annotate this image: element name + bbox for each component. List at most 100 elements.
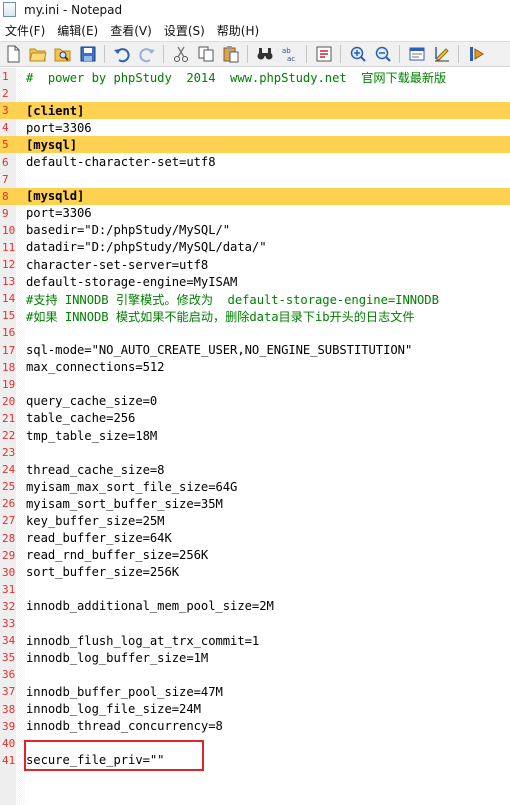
line-number: 7 xyxy=(2,172,9,186)
toolbar-separator xyxy=(306,45,307,63)
code-line[interactable]: 30 sort_buffer_size=256K xyxy=(0,564,510,581)
menu-bar: 文件(F) 编辑(E) 查看(V) 设置(S) 帮助(H) xyxy=(0,20,510,40)
code-line[interactable]: 33 xyxy=(0,615,510,632)
paste-icon[interactable] xyxy=(220,44,241,65)
code-line[interactable]: 41 secure_file_priv="" xyxy=(0,752,510,769)
line-number: 6 xyxy=(2,155,9,169)
code-line[interactable]: 13 default-storage-engine=MyISAM xyxy=(0,273,510,290)
code-line[interactable]: 16 xyxy=(0,324,510,341)
code-line[interactable]: 4 port=3306 xyxy=(0,119,510,136)
options-icon[interactable] xyxy=(406,44,427,65)
line-text: default-character-set=utf8 xyxy=(26,155,216,170)
code-line[interactable]: 19 xyxy=(0,376,510,393)
line-number: 2 xyxy=(2,87,9,101)
code-line[interactable]: 23 xyxy=(0,444,510,461)
line-text: innodb_thread_concurrency=8 xyxy=(26,719,223,734)
code-line[interactable]: 17 sql-mode="NO_AUTO_CREATE_USER,NO_ENGIN… xyxy=(0,342,510,359)
line-number: 23 xyxy=(2,446,16,460)
code-line[interactable]: 5 [mysql] xyxy=(0,136,510,154)
code-line[interactable]: 6 default-character-set=utf8 xyxy=(0,153,510,170)
line-number: 15 xyxy=(2,309,16,323)
line-number: 28 xyxy=(2,531,16,545)
menu-help[interactable]: 帮助(H) xyxy=(212,22,266,39)
replace-icon[interactable]: ab ac xyxy=(279,44,300,65)
code-line[interactable]: 20 query_cache_size=0 xyxy=(0,393,510,410)
zoom-out-icon[interactable] xyxy=(372,44,393,65)
code-line[interactable]: 26 myisam_sort_buffer_size=35M xyxy=(0,495,510,512)
line-number: 10 xyxy=(2,223,16,237)
code-line[interactable]: 32 innodb_additional_mem_pool_size=2M xyxy=(0,598,510,615)
code-line[interactable]: 14 #支持 INNODB 引擎模式。修改为 default-storage-en… xyxy=(0,290,510,307)
line-number: 12 xyxy=(2,258,16,272)
code-line[interactable]: 10 basedir="D:/phpStudy/MySQL/" xyxy=(0,222,510,239)
line-text: sort_buffer_size=256K xyxy=(26,565,180,580)
code-line[interactable]: 8 [mysqld] xyxy=(0,187,510,205)
line-number: 11 xyxy=(2,240,16,254)
code-line[interactable]: 15 #如果 INNODB 模式如果不能启动，删除data目录下ib开头的日志文件 xyxy=(0,307,510,324)
line-number: 25 xyxy=(2,480,16,494)
redo-icon[interactable] xyxy=(136,44,157,65)
cut-icon[interactable] xyxy=(170,44,191,65)
code-line[interactable]: 34 innodb_flush_log_at_trx_commit=1 xyxy=(0,632,510,649)
menu-view[interactable]: 查看(V) xyxy=(105,22,159,39)
goto-icon[interactable] xyxy=(313,44,334,65)
code-line[interactable]: 12 character-set-server=utf8 xyxy=(0,256,510,273)
line-text: default-storage-engine=MyISAM xyxy=(26,274,238,289)
new-file-icon[interactable] xyxy=(2,44,23,65)
code-line[interactable]: 27 key_buffer_size=25M xyxy=(0,512,510,529)
code-line[interactable]: 39 innodb_thread_concurrency=8 xyxy=(0,718,510,735)
line-text: key_buffer_size=25M xyxy=(26,513,165,528)
code-line[interactable]: 21 table_cache=256 xyxy=(0,410,510,427)
find-icon[interactable] xyxy=(254,44,275,65)
edit-icon[interactable] xyxy=(431,44,452,65)
line-number: 40 xyxy=(2,736,16,750)
line-number: 24 xyxy=(2,463,16,477)
code-line[interactable]: 25 myisam_max_sort_file_size=64G xyxy=(0,478,510,495)
code-line[interactable]: 22 tmp_table_size=18M xyxy=(0,427,510,444)
code-line[interactable]: 24 thread_cache_size=8 xyxy=(0,461,510,478)
open-file-icon[interactable] xyxy=(27,44,48,65)
code-line[interactable]: 29 read_rnd_buffer_size=256K xyxy=(0,547,510,564)
line-number: 39 xyxy=(2,719,16,733)
line-text: innodb_log_buffer_size=1M xyxy=(26,650,209,665)
code-line[interactable]: 40 xyxy=(0,735,510,752)
zoom-in-icon[interactable] xyxy=(347,44,368,65)
menu-file[interactable]: 文件(F) xyxy=(0,22,52,39)
code-line[interactable]: 9 port=3306 xyxy=(0,205,510,222)
run-icon[interactable] xyxy=(465,44,486,65)
line-number: 41 xyxy=(2,753,16,767)
code-line[interactable]: 36 xyxy=(0,666,510,683)
code-line[interactable]: 35 innodb_log_buffer_size=1M xyxy=(0,649,510,666)
text-editor[interactable]: 1 # power by phpStudy 2014 www.phpStudy.n… xyxy=(0,68,510,805)
line-number: 18 xyxy=(2,360,16,374)
code-line[interactable]: 28 read_buffer_size=64K xyxy=(0,530,510,547)
toolbar-separator xyxy=(340,45,341,63)
line-number: 26 xyxy=(2,497,16,511)
copy-icon[interactable] xyxy=(195,44,216,65)
find-file-icon[interactable] xyxy=(52,44,73,65)
line-number: 37 xyxy=(2,685,16,699)
line-text: query_cache_size=0 xyxy=(26,394,158,409)
code-line[interactable]: 38 innodb_log_file_size=24M xyxy=(0,700,510,717)
code-line[interactable]: 1 # power by phpStudy 2014 www.phpStudy.n… xyxy=(0,68,510,85)
toolbar-separator xyxy=(163,45,164,63)
line-text: basedir="D:/phpStudy/MySQL/" xyxy=(26,223,231,238)
code-line[interactable]: 37 innodb_buffer_pool_size=47M xyxy=(0,683,510,700)
menu-edit[interactable]: 编辑(E) xyxy=(52,22,105,39)
code-line[interactable]: 7 xyxy=(0,171,510,188)
save-icon[interactable] xyxy=(77,44,98,65)
code-line[interactable]: 11 datadir="D:/phpStudy/MySQL/data/" xyxy=(0,239,510,256)
line-number: 27 xyxy=(2,514,16,528)
code-line[interactable]: 31 xyxy=(0,581,510,598)
line-number: 33 xyxy=(2,617,16,631)
line-number: 32 xyxy=(2,599,16,613)
line-number: 8 xyxy=(2,189,9,203)
code-line[interactable]: 18 max_connections=512 xyxy=(0,359,510,376)
undo-icon[interactable] xyxy=(111,44,132,65)
menu-settings[interactable]: 设置(S) xyxy=(159,22,212,39)
line-number: 21 xyxy=(2,411,16,425)
code-line[interactable]: 2 xyxy=(0,85,510,102)
code-line[interactable]: 3 [client] xyxy=(0,102,510,120)
line-text: port=3306 xyxy=(26,120,92,135)
line-text: read_rnd_buffer_size=256K xyxy=(26,548,209,563)
